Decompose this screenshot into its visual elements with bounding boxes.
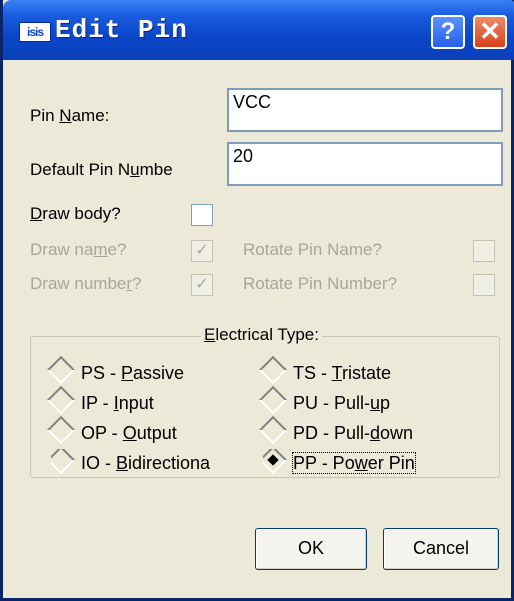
help-icon: ? bbox=[440, 18, 456, 45]
close-icon: ✕ bbox=[479, 16, 501, 46]
rotate-pin-name-label: Rotate Pin Name? bbox=[243, 240, 382, 259]
cancel-button[interactable]: Cancel bbox=[383, 528, 499, 570]
draw-body-label: Draw body? bbox=[30, 204, 121, 223]
rotate-pin-number-label: Rotate Pin Number? bbox=[243, 274, 398, 293]
radio-diamond-icon bbox=[51, 449, 76, 474]
pin-number-label: Default Pin Numbe bbox=[30, 160, 173, 179]
radio-selected-icon bbox=[263, 449, 288, 474]
radio-passive[interactable]: PS - Passive bbox=[46, 355, 184, 385]
rotate-pin-number-checkbox[interactable] bbox=[473, 274, 495, 296]
electrical-type-title: Electrical Type: bbox=[201, 325, 322, 345]
edit-pin-dialog: isis Edit Pin ? ✕ Pin Name: VCC Default … bbox=[0, 0, 514, 601]
radio-bidirectional[interactable]: IO - Bidirectiona bbox=[51, 449, 241, 474]
radio-tristate[interactable]: TS - Tristate bbox=[258, 355, 391, 385]
radio-diamond-icon bbox=[46, 415, 76, 445]
draw-number-checkbox[interactable]: ✓ bbox=[191, 274, 213, 296]
app-icon: isis bbox=[19, 22, 51, 42]
draw-name-label: Draw name? bbox=[30, 240, 127, 259]
title-bar[interactable]: isis Edit Pin ? ✕ bbox=[3, 0, 514, 60]
radio-diamond-icon bbox=[258, 355, 288, 385]
draw-name-checkbox[interactable]: ✓ bbox=[191, 240, 213, 262]
radio-output[interactable]: OP - Output bbox=[46, 415, 177, 445]
radio-diamond-icon bbox=[46, 355, 76, 385]
close-button[interactable]: ✕ bbox=[473, 15, 507, 49]
radio-input[interactable]: IP - Input bbox=[46, 385, 154, 415]
pin-name-label: Pin Name: bbox=[30, 106, 110, 125]
radio-pull-up[interactable]: PU - Pull-up bbox=[258, 385, 390, 415]
pin-name-input[interactable]: VCC bbox=[227, 88, 503, 132]
radio-pull-down[interactable]: PD - Pull-down bbox=[258, 415, 413, 445]
pin-number-input[interactable]: 20 bbox=[227, 142, 503, 186]
draw-body-checkbox[interactable] bbox=[191, 204, 213, 226]
draw-number-label: Draw number? bbox=[30, 274, 142, 293]
radio-diamond-icon bbox=[258, 415, 288, 445]
rotate-pin-name-checkbox[interactable] bbox=[473, 240, 495, 262]
radio-power-pin[interactable]: PP - Power Pin bbox=[263, 449, 463, 474]
radio-diamond-icon bbox=[258, 385, 288, 415]
help-button[interactable]: ? bbox=[431, 15, 465, 49]
electrical-type-group: Electrical Type: PS - Passive IP - Input… bbox=[30, 325, 500, 478]
dialog-title: Edit Pin bbox=[55, 15, 188, 45]
ok-button[interactable]: OK bbox=[255, 528, 367, 570]
radio-diamond-icon bbox=[46, 385, 76, 415]
